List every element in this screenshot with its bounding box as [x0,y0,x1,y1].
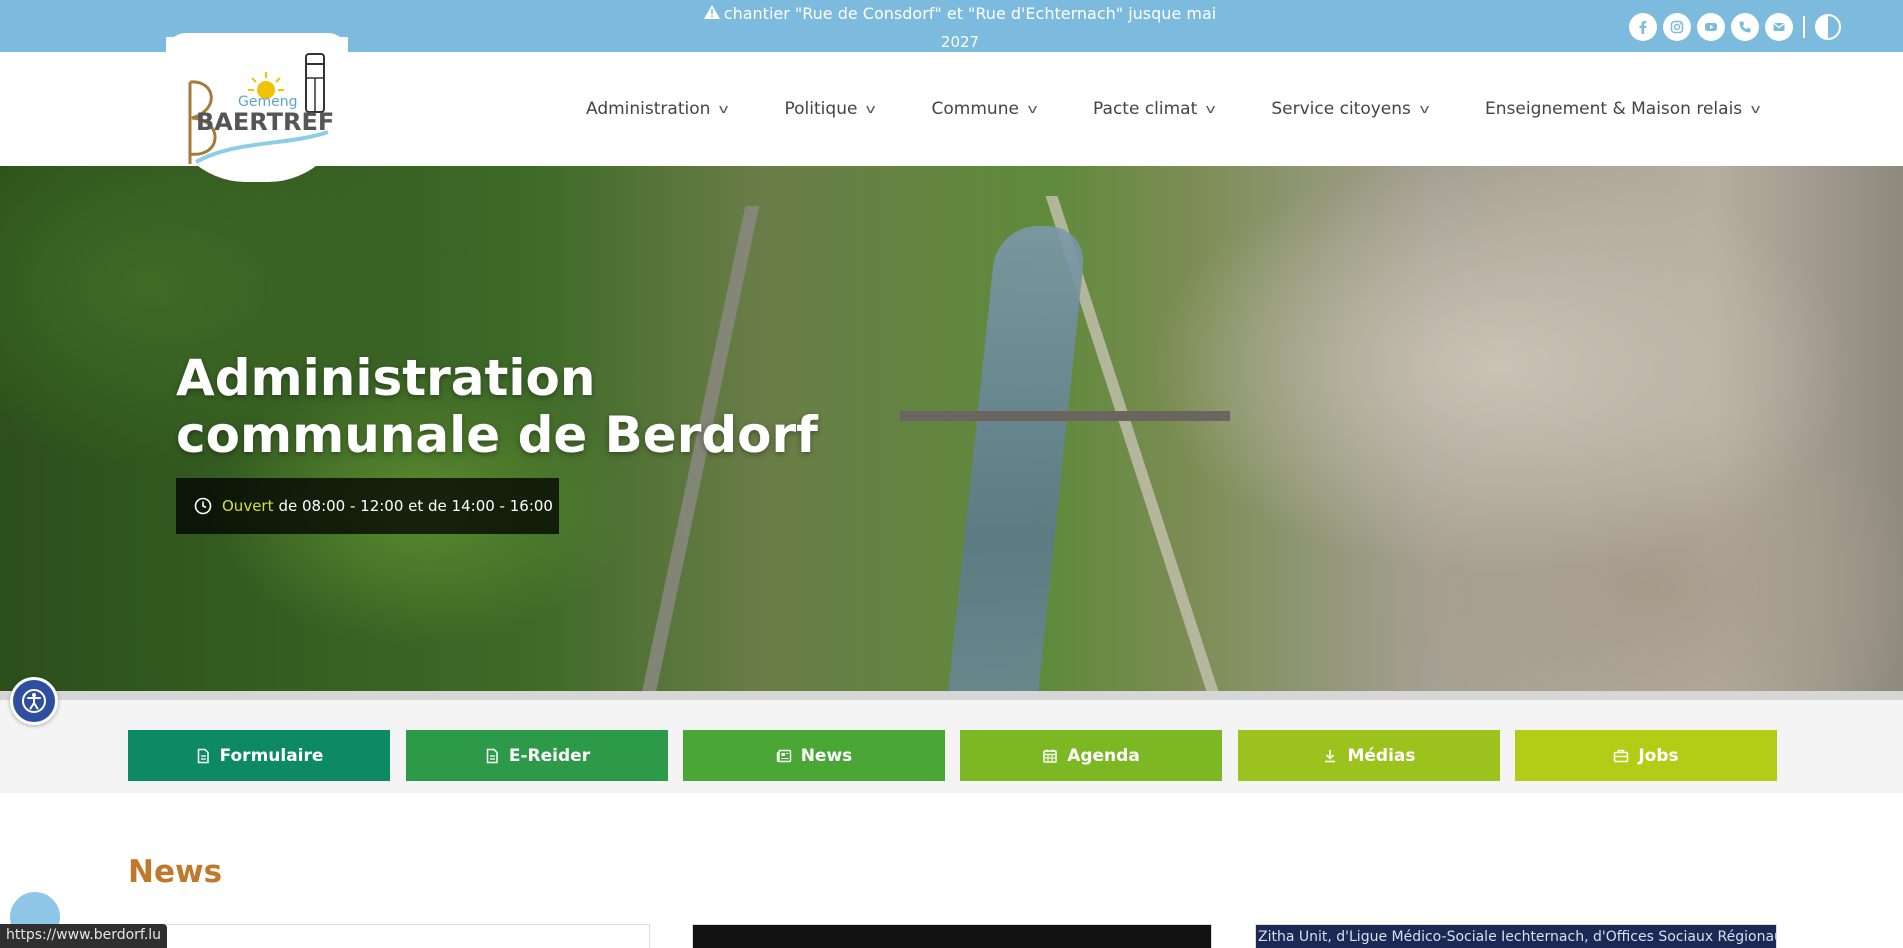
alert-text-line2: 2027 [940,33,980,51]
page-title-line2: communale de Berdorf [176,406,818,464]
nav-label: Politique [784,99,858,119]
hero-image-river [942,226,1088,691]
site-logo[interactable]: Gemeng BAERTREF [176,50,336,170]
chevron-down-icon: v [866,102,876,116]
chevron-down-icon: v [718,102,729,116]
news-card[interactable]: Zitha Unit, d'Ligue Médico-Sociale Iecht… [1255,924,1777,948]
briefcase-icon [1614,749,1629,762]
clock-icon [194,497,212,515]
hours-text: de 08:00 - 12:00 et de 14:00 - 16:00 [278,497,553,515]
nav-label: Service citoyens [1271,99,1411,119]
accessibility-button[interactable] [10,677,58,725]
document-icon [486,748,498,763]
instagram-icon[interactable] [1663,13,1691,41]
chevron-down-icon: v [1205,102,1216,116]
nav-item-administration[interactable]: Administration v [586,99,729,119]
news-card[interactable] [128,924,650,948]
alert-text-line1: chantier "Rue de Consdorf" et "Rue d'Ech… [723,4,1217,23]
medias-button[interactable]: Médias [1238,730,1500,781]
page-title: Administration communale de Berdorf [176,350,818,464]
main-nav: Administration v Politique v Commune v Pact… [586,52,1761,166]
hero-image-bridge [900,411,1230,421]
nav-label: Administration [586,99,711,119]
news-card-caption: Zitha Unit, d'Ligue Médico-Sociale Iecht… [1258,929,1777,945]
formulaire-button[interactable]: Formulaire [128,730,390,781]
document-icon [197,748,209,763]
quick-links: Formulaire E-Reider News Agenda Médias J… [0,691,1903,793]
nav-label: Enseignement & Maison relais [1485,99,1743,119]
button-label: Médias [1347,745,1416,766]
hours-status: Ouvert [222,497,274,515]
logo-text-baertref: BAERTREF [196,108,335,136]
nav-label: Pacte climat [1093,99,1198,119]
contrast-toggle-icon[interactable] [1815,14,1841,40]
warning-icon [703,0,720,28]
news-heading: News [128,854,223,890]
accessibility-icon [22,689,46,713]
alert-message[interactable]: chantier "Rue de Consdorf" et "Rue d'Ech… [690,0,1230,56]
e-reider-button[interactable]: E-Reider [406,730,668,781]
facebook-icon[interactable] [1629,13,1657,41]
opening-hours: Ouvert de 08:00 - 12:00 et de 14:00 - 16… [176,478,559,534]
download-icon [1325,749,1336,762]
button-label: Agenda [1067,745,1140,766]
news-button[interactable]: News [683,730,945,781]
button-label: Jobs [1638,745,1679,766]
chevron-down-icon: v [1027,102,1038,116]
phone-icon[interactable] [1731,13,1759,41]
newspaper-icon [776,749,791,762]
nav-item-politique[interactable]: Politique v [784,99,876,119]
button-label: News [800,745,853,766]
nav-item-pacte-climat[interactable]: Pacte climat v [1093,99,1216,119]
chevron-down-icon: v [1419,102,1430,116]
hero-banner: Administration communale de Berdorf Ouve… [0,166,1903,691]
status-bar-url: https://www.berdorf.lu [0,924,168,948]
calendar-icon [1043,749,1057,763]
youtube-icon[interactable] [1697,13,1725,41]
page-title-line1: Administration [176,349,596,407]
chevron-down-icon: v [1750,102,1761,116]
nav-item-service-citoyens[interactable]: Service citoyens v [1271,99,1430,119]
social-links [1629,13,1841,41]
mail-icon[interactable] [1765,13,1793,41]
button-label: Formulaire [219,745,324,766]
divider [1803,16,1805,38]
agenda-button[interactable]: Agenda [960,730,1222,781]
jobs-button[interactable]: Jobs [1515,730,1777,781]
news-card[interactable] [692,924,1212,948]
button-label: E-Reider [508,745,591,766]
nav-item-commune[interactable]: Commune v [931,99,1038,119]
nav-label: Commune [931,99,1019,119]
nav-item-enseignement[interactable]: Enseignement & Maison relais v [1485,99,1761,119]
